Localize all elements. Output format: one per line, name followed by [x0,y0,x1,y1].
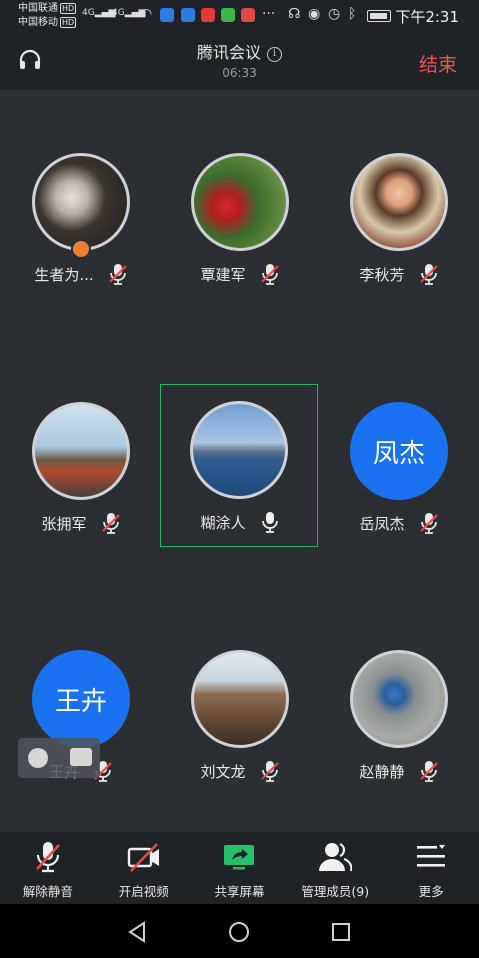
avatar [350,153,448,251]
meeting-title-row[interactable]: 腾讯会议 i [0,39,479,63]
mic-muted-icon [419,264,438,285]
carrier-2: 中国移动 HD [18,17,77,28]
avatar-initials: 凤杰 [350,402,448,500]
participant-name: 李秋芳 [359,265,405,284]
share-screen-button[interactable]: 共享屏幕 [192,832,288,904]
meeting-title: 腾讯会议 [196,43,261,62]
avatar-initials: 王卉 [32,650,130,748]
start-video-button[interactable]: 开启视频 [96,832,192,904]
share-screen-label: 共享屏幕 [214,884,265,899]
mic-muted-icon [101,513,120,534]
participant-name: 糊涂人 [200,513,246,532]
recents-icon[interactable] [330,921,352,943]
participant-name: 岳凤杰 [359,514,405,533]
avatar [190,401,288,499]
avatar [191,153,289,251]
info-icon[interactable]: i [267,47,282,62]
status-bar: 中国联通 HD 中国移动 HD 4G▂▄▆ 4G▂▄▆ ◠ ··· ☊ ◉ ◷ ᛒ … [0,0,479,34]
mic-muted-icon [260,761,279,782]
participant-tile[interactable]: 覃建军 [161,143,319,303]
app-icon-mic [201,8,215,22]
participant-tile-active[interactable]: 糊涂人 [160,384,318,547]
end-meeting-button[interactable]: 结束 [419,50,457,77]
meeting-duration: 06:33 [222,66,257,80]
more-label: 更多 [418,884,444,899]
carrier-1: 中国联通 HD [18,3,77,14]
emoji-icon[interactable] [28,748,48,768]
unmute-button[interactable]: 解除静音 [0,832,96,904]
avatar [32,402,130,500]
manage-members-button[interactable]: 管理成员(9) [287,832,383,904]
more-notifications-icon: ··· [262,6,276,22]
unmute-label: 解除静音 [22,884,73,899]
bluetooth-icon: ᛒ [348,6,357,22]
clock: 下午2:31 [395,8,459,26]
members-icon [319,842,353,872]
share-screen-icon [224,845,255,870]
more-button[interactable]: 更多 [383,832,479,904]
participant-name: 生者为... [34,265,94,284]
app-icon-red [241,8,255,22]
alarm-icon: ◷ [328,6,341,22]
participant-tile[interactable]: 生者为... [2,143,160,303]
meeting-header: 腾讯会议 i 06:33 结束 [0,34,479,90]
chat-icon[interactable] [70,748,92,766]
app-icon-shield [181,8,195,22]
participant-name: 赵静静 [359,762,405,781]
mic-on-icon [261,512,278,533]
floating-chat-bar [18,738,100,778]
participant-tile[interactable]: 凤杰 岳凤杰 [320,392,478,552]
manage-members-label: 管理成员(9) [301,884,370,899]
avatar [350,650,448,748]
mic-muted-icon [108,264,127,285]
eye-icon: ◉ [308,6,321,22]
host-badge-icon [71,239,91,259]
video-off-icon [127,843,159,872]
back-icon[interactable] [126,921,148,943]
participant-name: 张拥军 [41,514,87,533]
participant-tile[interactable]: 张拥军 [2,392,160,552]
mic-muted-icon [419,513,438,534]
start-video-label: 开启视频 [118,884,169,899]
mic-muted-icon [35,842,60,873]
navigation-bar [0,904,479,958]
app-icon-cloud [160,8,174,22]
participant-name: 覃建军 [200,265,246,284]
signal-icon: 4G▂▄▆ [82,8,116,18]
battery-icon [367,10,391,22]
home-icon[interactable] [228,921,250,943]
meeting-toolbar: 解除静音 开启视频 共享屏幕 管理成员(9) 更多 [0,832,479,904]
mic-muted-icon [260,264,279,285]
participant-tile[interactable]: 赵静静 [320,640,478,800]
menu-icon [417,845,446,867]
avatar [191,650,289,748]
wifi-icon: ◠ [140,6,153,22]
app-icon-news [221,8,235,22]
mic-muted-icon [419,761,438,782]
participant-name: 刘文龙 [200,762,246,781]
participant-tile[interactable]: 刘文龙 [161,640,319,800]
participant-tile[interactable]: 李秋芳 [320,143,478,303]
headset-status-icon: ☊ [288,6,301,22]
avatar [32,153,130,251]
